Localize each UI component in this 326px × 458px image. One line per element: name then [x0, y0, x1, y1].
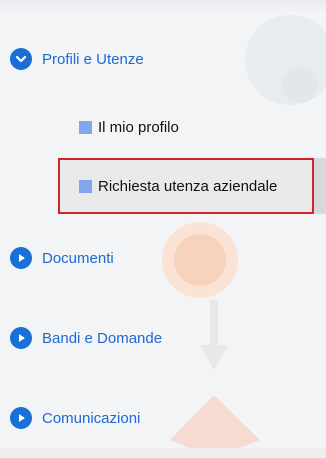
menu-label: Documenti — [42, 249, 114, 267]
square-bullet-icon — [79, 180, 92, 193]
menu-item-comunicazioni[interactable]: Comunicazioni — [10, 407, 140, 429]
submenu-label: Richiesta utenza aziendale — [98, 178, 278, 195]
selected-row-edge — [314, 158, 326, 214]
menu-item-documenti[interactable]: Documenti — [10, 247, 114, 269]
menu-label: Profili e Utenze — [42, 50, 144, 68]
menu-item-bandi-e-domande[interactable]: Bandi e Domande — [10, 327, 162, 349]
submenu-item-richiesta-utenza-aziendale[interactable]: Richiesta utenza aziendale — [79, 178, 277, 195]
chevron-down-icon — [10, 48, 32, 70]
square-bullet-icon — [79, 121, 92, 134]
submenu-label: Il mio profilo — [98, 119, 179, 136]
menu-item-profili-utenze[interactable]: Profili e Utenze — [10, 48, 144, 70]
submenu-item-il-mio-profilo[interactable]: Il mio profilo — [79, 119, 179, 136]
play-right-icon — [10, 247, 32, 269]
menu-label: Comunicazioni — [42, 409, 141, 427]
play-right-icon — [10, 327, 32, 349]
menu-label: Bandi e Domande — [42, 329, 163, 347]
play-right-icon — [10, 407, 32, 429]
top-shadow-strip — [0, 0, 326, 14]
